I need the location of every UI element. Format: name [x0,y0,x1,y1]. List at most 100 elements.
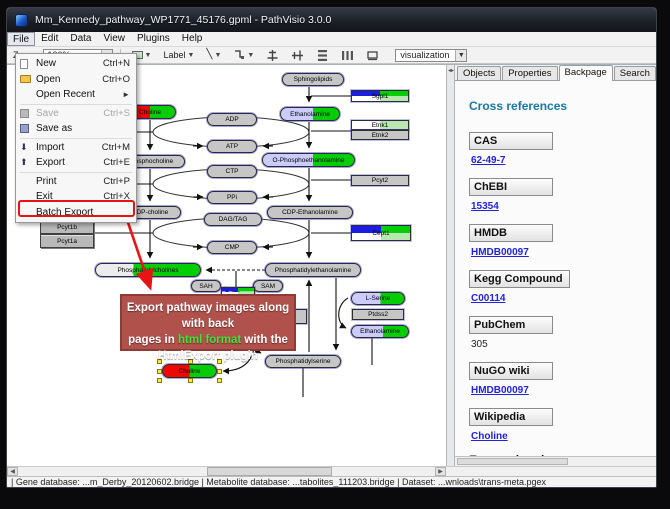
splitter-collapse-icon[interactable]: ◂▸ [448,67,454,74]
canvas-horizontal-scrollbar[interactable]: ◀ ▶ [7,466,656,476]
gene-node-pcyt2[interactable]: Pcyt2 [351,175,409,186]
menu-edit[interactable]: Edit [35,32,64,46]
menu-separator [20,172,132,173]
xref-link[interactable]: 15354 [471,201,499,212]
side-panel-scrollbar[interactable] [455,456,656,466]
side-panel: Objects Properties Backpage Search Legen… [455,65,656,466]
selection-handle[interactable] [217,369,222,374]
visualization-combobox[interactable]: visualization ▼ [395,49,467,62]
gene-node-pcyt1a[interactable]: Pcyt1a [40,234,94,248]
xref-link[interactable]: HMDB00097 [471,385,529,396]
selection-handle[interactable] [157,369,162,374]
annotation-callout: Export pathway images along with back pa… [120,294,296,351]
menu-item-print[interactable]: PrintCtrl+P [16,174,136,190]
menu-item-save-as[interactable]: Save as [16,121,136,137]
app-icon [15,14,28,27]
xref-link[interactable]: Choline [471,431,508,442]
menu-item-exit[interactable]: ExitCtrl+X [16,189,136,205]
gene-node-etnk2[interactable]: Etnk2 [351,130,409,140]
annotation-line-1: Export pathway images along with back [122,300,294,332]
distribute-vertical-button[interactable] [312,48,333,63]
node-l-serine[interactable]: L-Serine [351,292,405,305]
annotation-line-2: pages in html format with the [122,332,294,348]
chevron-down-icon: ▼ [187,52,194,59]
gene-node-cept1[interactable]: Cept1 [351,225,411,241]
menu-item-new[interactable]: NewCtrl+N [16,56,136,72]
node-dag-tag[interactable]: DAG/TAG [204,213,262,226]
tab-objects[interactable]: Objects [457,66,501,80]
node-o-phosphoethanolamine[interactable]: O-Phosphoethanolamine [262,153,355,167]
scrollbar-thumb[interactable] [457,458,568,465]
node-label: Sphingolipids [294,76,333,83]
annotation-line-3: HtmlExport plugin [122,348,294,364]
menu-item-open-recent[interactable]: Open Recent► [16,87,136,103]
node-label: SAH [199,283,212,290]
align-middle-icon [291,49,304,62]
align-middle-button[interactable] [287,48,308,63]
node-ppi[interactable]: PPi [207,191,257,204]
node-cmp[interactable]: CMP [207,241,257,254]
connector-tool-button[interactable]: ▼ [229,48,258,63]
node-phosphatidylethanolamine[interactable]: Phosphatidylethanolamine [265,263,361,277]
menu-help[interactable]: Help [176,32,209,46]
node-cdp-ethanolamine[interactable]: CDP-Ethanolamine [267,206,353,219]
align-center-button[interactable] [262,48,283,63]
node-choline-selected[interactable]: Choline [162,364,217,378]
title-bar[interactable]: Mm_Kennedy_pathway_WP1771_45176.gpml - P… [7,8,656,32]
xref-title: Wikipedia [469,408,553,426]
xref-title: NuGO wiki [469,362,553,380]
line-tool-button[interactable]: ╲ ▼ [202,48,225,63]
common-size-button[interactable] [362,48,383,63]
node-ctp[interactable]: CTP [207,165,257,178]
distribute-horizontal-button[interactable] [337,48,358,63]
node-label: Cept1 [372,230,389,237]
xref-link[interactable]: HMDB00097 [471,247,529,258]
scroll-left-button[interactable]: ◀ [7,467,18,476]
label-button[interactable]: Label ▼ [159,48,198,63]
menu-item-open[interactable]: OpenCtrl+O [16,72,136,88]
node-adp[interactable]: ADP [207,113,257,126]
gene-node-ptdss2[interactable]: Ptdss2 [352,309,404,320]
visualization-dropdown-arrow[interactable]: ▼ [455,50,466,61]
node-phosphatidylcholines[interactable]: Phosphatidylcholines [95,263,201,277]
menu-item-import[interactable]: ⬇ ImportCtrl+M [16,140,136,156]
xref-link[interactable]: 62-49-7 [471,155,505,166]
selection-handle[interactable] [157,378,162,383]
xref-value: 305 [471,339,488,350]
tab-properties[interactable]: Properties [502,66,557,80]
selection-handle[interactable] [217,378,222,383]
menu-item-export[interactable]: ⬆ ExportCtrl+E [16,155,136,171]
submenu-arrow-icon: ► [122,90,130,99]
selection-handle[interactable] [188,378,193,383]
open-folder-icon [20,75,36,83]
menu-item-batch-export[interactable]: Batch Export [16,205,136,221]
tab-search[interactable]: Search [614,66,656,80]
node-label: DAG/TAG [219,216,248,223]
gene-node-sgpl1[interactable]: Sgpl1 [351,90,409,102]
panel-splitter[interactable]: ◂▸ [447,65,455,466]
node-label: Etnk2 [372,132,389,139]
node-label: Pcyt2 [372,177,388,184]
menu-item-save[interactable]: SaveCtrl+S [16,106,136,122]
chevron-down-icon: ▼ [145,52,152,59]
save-icon [20,109,36,118]
scrollbar-thumb[interactable] [207,467,332,476]
menu-plugins[interactable]: Plugins [131,32,176,46]
node-sam[interactable]: SAM [253,280,283,292]
menu-file[interactable]: File [7,32,35,46]
menu-view[interactable]: View [97,32,131,46]
visualization-value: visualization [400,50,449,60]
node-atp[interactable]: ATP [207,140,257,153]
tab-backpage[interactable]: Backpage [559,65,613,81]
xref-section-pubchem: PubChem 305 [469,315,644,350]
xref-link[interactable]: C00114 [471,293,505,304]
node-label: Choline [139,109,161,116]
node-ethanolamine-bottom[interactable]: Ethanolamine [351,325,409,338]
scroll-right-button[interactable]: ▶ [435,467,446,476]
gene-node-etnk1[interactable]: Etnk1 [351,120,409,130]
menu-data[interactable]: Data [64,32,97,46]
node-ethanolamine[interactable]: Ethanolamine [280,107,340,121]
pathvisio-window: Mm_Kennedy_pathway_WP1771_45176.gpml - P… [6,7,657,488]
node-sphingolipids[interactable]: Sphingolipids [282,73,344,86]
node-sah[interactable]: SAH [191,280,221,292]
